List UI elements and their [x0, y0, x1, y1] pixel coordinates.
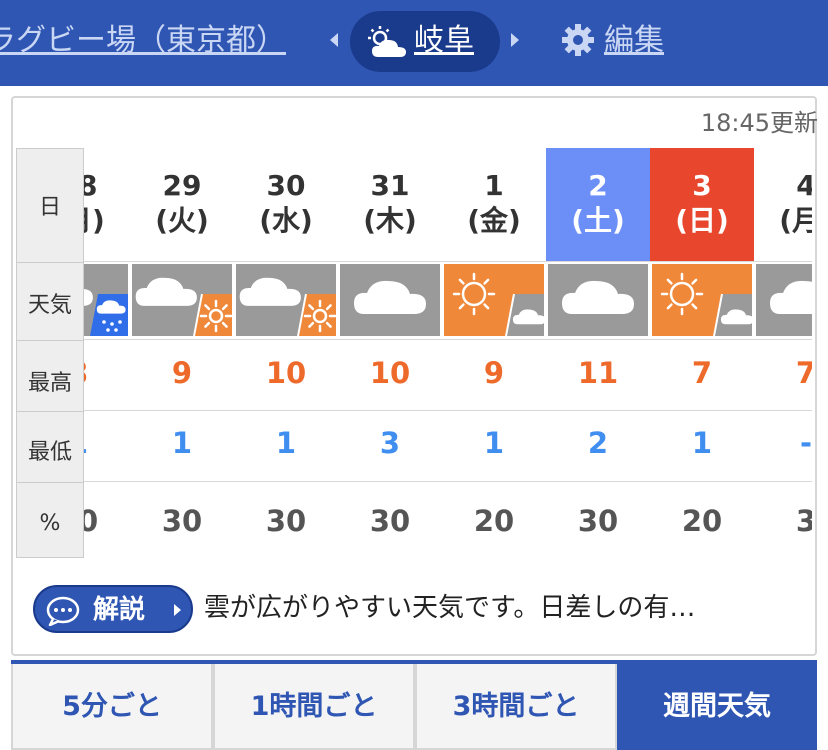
cloudy-then-sunny-icon	[132, 264, 233, 337]
day-column[interactable]: 30 (水) 10 1 30	[234, 148, 338, 558]
tab-1[interactable]: 5分ごと	[11, 664, 213, 750]
previous-location-label[interactable]: ラグビー場（東京都）	[0, 18, 286, 64]
day-header: 4(月)	[754, 148, 812, 261]
precip-chance: 20	[473, 504, 515, 538]
day-date: 29	[162, 169, 202, 202]
precip-chance: 20	[681, 504, 723, 538]
tab-3[interactable]: 3時間ごと	[415, 664, 617, 750]
low-temp: 1	[171, 426, 193, 460]
day-column[interactable]: 3 (日) 7 1 20	[650, 148, 754, 558]
row-label-low: 最低	[27, 440, 72, 465]
commentary-text[interactable]: 雲が広がりやすい天気です。日差しの有…	[204, 588, 804, 628]
tab-2[interactable]: 1時間ごと	[213, 664, 415, 750]
day-header: 1 (金)	[442, 148, 546, 261]
row-label-day: 日	[38, 195, 61, 220]
speech-bubble-icon	[46, 596, 80, 626]
high-temp: 9	[483, 356, 505, 390]
day-date: 31	[370, 169, 410, 202]
forecast-table: 日 天気 最高 最低 % 28(月)813029(火)913030(水)1013…	[16, 148, 812, 558]
current-location-pill[interactable]: 岐阜	[350, 11, 500, 72]
high-temp: 9	[171, 356, 193, 390]
day-column[interactable]: 2 (土) 11 2 30	[546, 148, 650, 558]
day-weekday: (水)	[259, 204, 313, 237]
location-bar: ラグビー場（東京都） 岐阜 編集	[0, 0, 828, 86]
high-temp: 7	[691, 356, 713, 390]
day-weekday: (土)	[571, 204, 625, 237]
high-temp: 7	[795, 356, 812, 390]
day-date: 28	[84, 169, 98, 202]
day-date: 1	[484, 169, 504, 202]
cloudy-icon	[548, 264, 648, 336]
day-date: 30	[266, 169, 306, 202]
precip-chance: 30	[577, 504, 619, 538]
sun-cloud-icon	[368, 26, 406, 57]
low-temp: 3	[379, 426, 401, 460]
cloudy-then-sunny-icon	[236, 264, 337, 337]
edit-label[interactable]: 編集	[604, 18, 664, 64]
day-column[interactable]: 31 (木) 10 3 30	[338, 148, 442, 558]
cloudy-icon	[340, 264, 440, 336]
cloudy-then-rain-icon	[84, 264, 128, 336]
day-columns[interactable]: 28(月)813029(火)913030(水)1013031(木)103301(…	[84, 148, 812, 558]
high-temp: 10	[265, 356, 307, 390]
forecast-tabs: 5分ごと 1時間ごと 3時間ごと 週間天気	[11, 660, 817, 750]
day-header: 3 (日)	[650, 148, 754, 261]
precip-chance: 3	[795, 504, 812, 538]
precip-chance: 30	[84, 504, 99, 538]
cloudy-icon	[756, 264, 812, 336]
day-column[interactable]: 28(月) 8 1 30	[84, 148, 130, 558]
low-temp: 1	[275, 426, 297, 460]
commentary-button-label[interactable]: 解説	[93, 593, 145, 627]
day-weekday: (月)	[84, 204, 105, 237]
sunny-then-cloudy-icon	[444, 264, 546, 337]
day-weekday: (木)	[363, 204, 417, 237]
previous-location-link[interactable]: ラグビー場（東京都）	[0, 18, 300, 64]
current-location-label[interactable]: 岐阜	[414, 18, 474, 64]
precip-chance: 30	[265, 504, 307, 538]
low-temp: 2	[587, 426, 609, 460]
precip-chance: 30	[369, 504, 411, 538]
row-label-high: 最高	[27, 371, 72, 396]
row-label-weather: 天気	[27, 293, 72, 318]
day-date: 4	[796, 169, 812, 202]
high-temp: 11	[577, 356, 619, 390]
day-column[interactable]: 1 (金) 9 1 20	[442, 148, 546, 558]
next-arrow-icon[interactable]	[511, 33, 519, 47]
precip-chance: 30	[161, 504, 203, 538]
day-weekday: (日)	[675, 204, 729, 237]
low-temp: -	[799, 426, 812, 460]
day-header: 29 (火)	[130, 148, 234, 261]
low-temp: 1	[691, 426, 713, 460]
sunny-then-cloudy-icon	[652, 264, 754, 337]
day-weekday: (金)	[467, 204, 521, 237]
gear-icon	[562, 24, 594, 56]
low-temp: 1	[84, 426, 130, 460]
day-header: 30 (水)	[234, 148, 338, 261]
prev-arrow-icon[interactable]	[330, 33, 338, 47]
day-weekday: (月)	[779, 204, 812, 237]
row-label-pop: %	[39, 511, 61, 536]
chevron-right-icon	[174, 604, 181, 616]
high-temp: 8	[84, 356, 130, 390]
day-header: 31 (木)	[338, 148, 442, 261]
day-weekday: (火)	[155, 204, 209, 237]
day-date: 3	[692, 169, 712, 202]
day-column[interactable]: 4(月) 7 - 3	[754, 148, 812, 558]
day-date: 2	[588, 169, 608, 202]
high-temp: 10	[369, 356, 411, 390]
row-labels: 日 天気 最高 最低 %	[16, 148, 84, 558]
day-header: 2 (土)	[546, 148, 650, 261]
update-time: 18:45更新	[700, 109, 818, 137]
low-temp: 1	[483, 426, 505, 460]
day-header: 28(月)	[84, 148, 130, 261]
day-column[interactable]: 29 (火) 9 1 30	[130, 148, 234, 558]
commentary-button[interactable]: 解説	[33, 585, 193, 633]
tab-4[interactable]: 週間天気	[617, 664, 817, 750]
